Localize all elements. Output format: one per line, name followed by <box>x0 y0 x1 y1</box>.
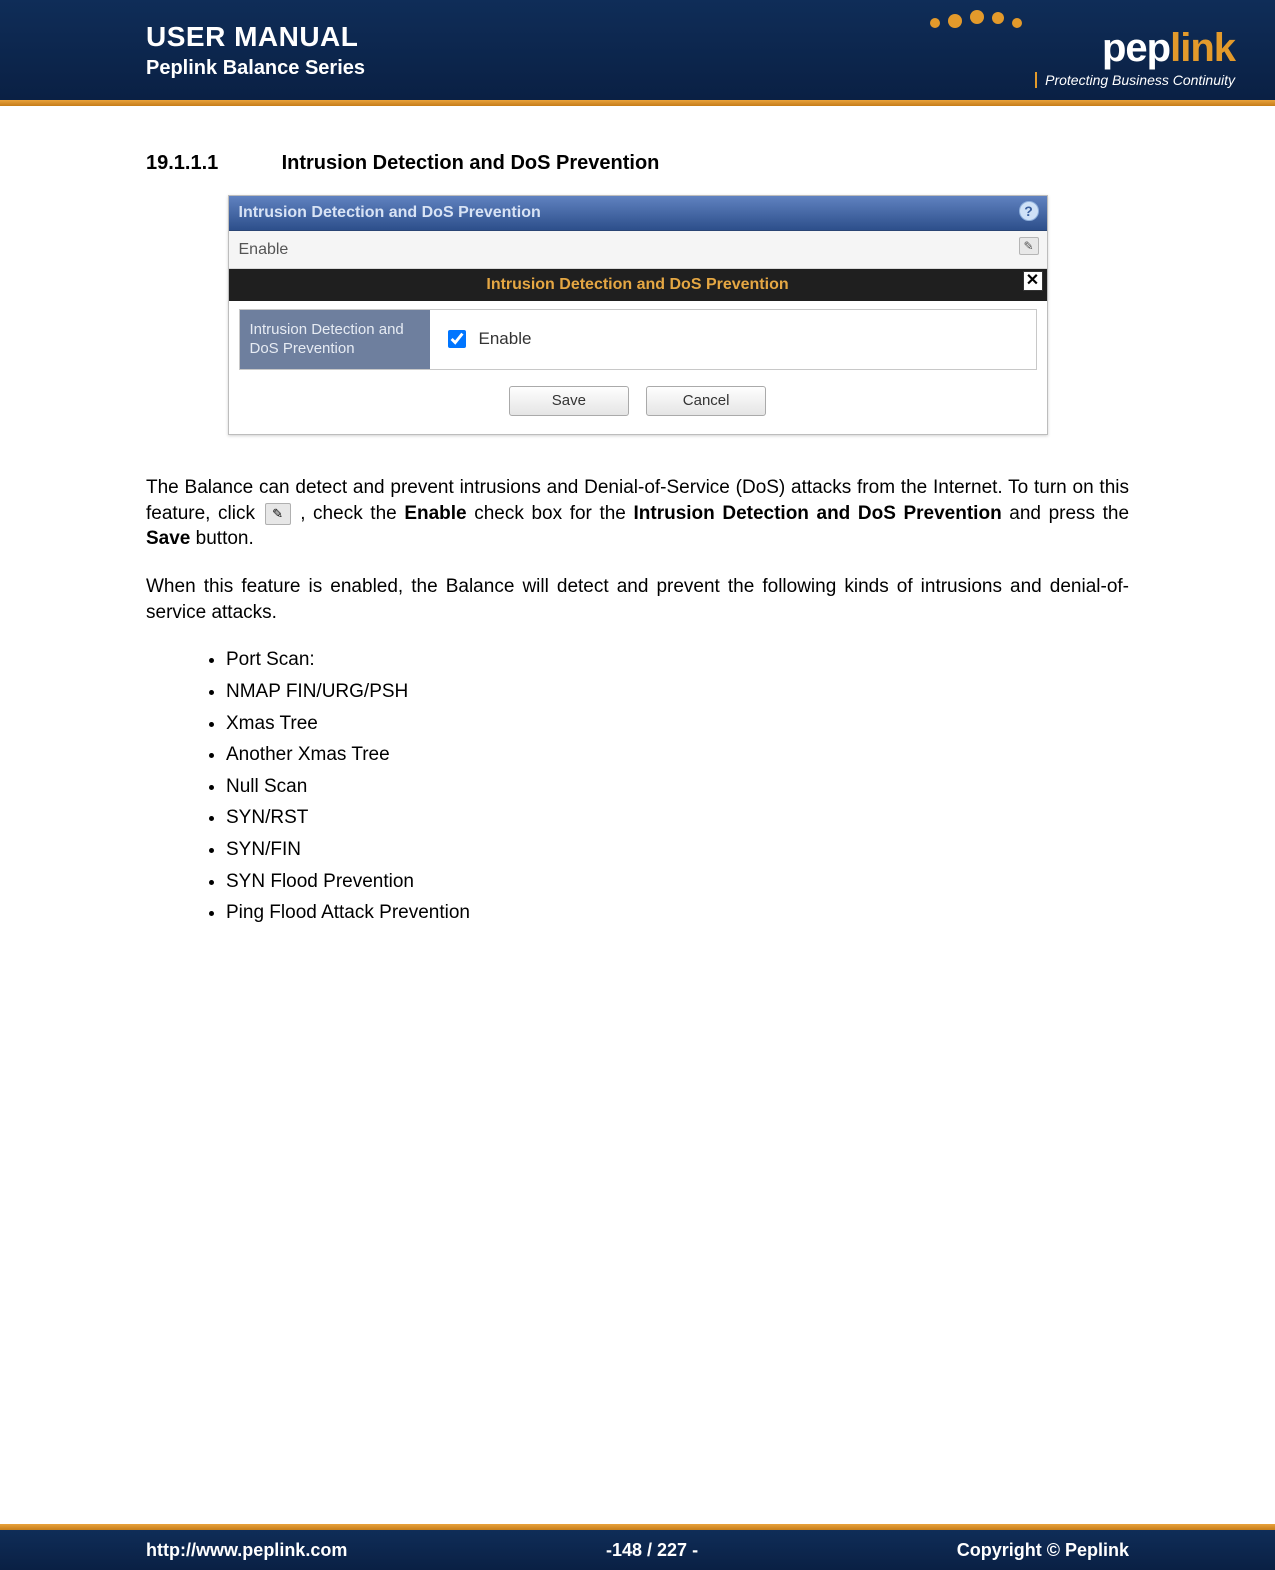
logo-post: link <box>1170 26 1235 70</box>
header-titles: USER MANUAL Peplink Balance Series <box>146 21 365 80</box>
list-item: Another Xmas Tree <box>226 742 1129 768</box>
list-item: Port Scan: <box>226 647 1129 673</box>
list-item: Xmas Tree <box>226 711 1129 737</box>
modal-field: Enable <box>430 310 1036 369</box>
inline-edit-icon: ✎ <box>265 503 291 525</box>
brand-logo: peplink Protecting Business Continuity <box>875 0 1235 100</box>
save-button[interactable]: Save <box>509 386 629 416</box>
modal-title: Intrusion Detection and DoS Prevention <box>486 276 788 293</box>
paragraph-1: The Balance can detect and prevent intru… <box>146 475 1129 552</box>
modal-area: Intrusion Detection and DoS Prevention ✕… <box>229 269 1047 434</box>
logo-pre: pep <box>1102 26 1170 70</box>
modal-titlebar: Intrusion Detection and DoS Prevention ✕ <box>229 269 1047 301</box>
panel-row-enable: Enable ✎ <box>229 231 1047 270</box>
enable-checkbox-label: Enable <box>479 328 532 351</box>
panel-titlebar: Intrusion Detection and DoS Prevention ? <box>229 196 1047 231</box>
help-icon[interactable]: ? <box>1019 201 1039 221</box>
page-content: 19.1.1.1 Intrusion Detection and DoS Pre… <box>0 106 1275 926</box>
logo-dots-icon <box>930 12 1080 32</box>
panel-title: Intrusion Detection and DoS Prevention <box>239 204 541 221</box>
footer-copyright: Copyright © Peplink <box>957 1540 1129 1561</box>
footer-page: -148 / 227 - <box>606 1540 698 1561</box>
list-item: Null Scan <box>226 774 1129 800</box>
logo-tagline: Protecting Business Continuity <box>1035 72 1235 88</box>
footer-url: http://www.peplink.com <box>146 1540 347 1561</box>
cancel-button[interactable]: Cancel <box>646 386 766 416</box>
list-item: Ping Flood Attack Prevention <box>226 900 1129 926</box>
modal-field-label: Intrusion Detection and DoS Prevention <box>240 310 430 369</box>
section-number: 19.1.1.1 <box>146 150 276 177</box>
page-footer-wrap: http://www.peplink.com -148 / 227 - Copy… <box>0 1524 1275 1570</box>
enable-checkbox[interactable] <box>448 330 466 348</box>
page-footer: http://www.peplink.com -148 / 227 - Copy… <box>0 1530 1275 1570</box>
section-heading: 19.1.1.1 Intrusion Detection and DoS Pre… <box>146 150 1129 177</box>
paragraph-2: When this feature is enabled, the Balanc… <box>146 574 1129 625</box>
logo-text: peplink <box>1102 28 1235 68</box>
close-icon[interactable]: ✕ <box>1023 271 1043 291</box>
section-title: Intrusion Detection and DoS Prevention <box>282 152 660 174</box>
page-header: USER MANUAL Peplink Balance Series pepli… <box>0 0 1275 100</box>
list-item: SYN/FIN <box>226 837 1129 863</box>
doc-title: USER MANUAL <box>146 21 365 53</box>
attack-list: Port Scan: NMAP FIN/URG/PSH Xmas Tree An… <box>146 647 1129 926</box>
doc-subtitle: Peplink Balance Series <box>146 57 365 80</box>
modal-body: Intrusion Detection and DoS Prevention E… <box>239 309 1037 370</box>
panel-row-label: Enable <box>239 241 289 258</box>
list-item: SYN Flood Prevention <box>226 869 1129 895</box>
list-item: NMAP FIN/URG/PSH <box>226 679 1129 705</box>
modal-buttons: Save Cancel <box>229 378 1047 416</box>
edit-icon[interactable]: ✎ <box>1019 237 1039 255</box>
ui-screenshot: Intrusion Detection and DoS Prevention ?… <box>228 195 1048 435</box>
list-item: SYN/RST <box>226 805 1129 831</box>
